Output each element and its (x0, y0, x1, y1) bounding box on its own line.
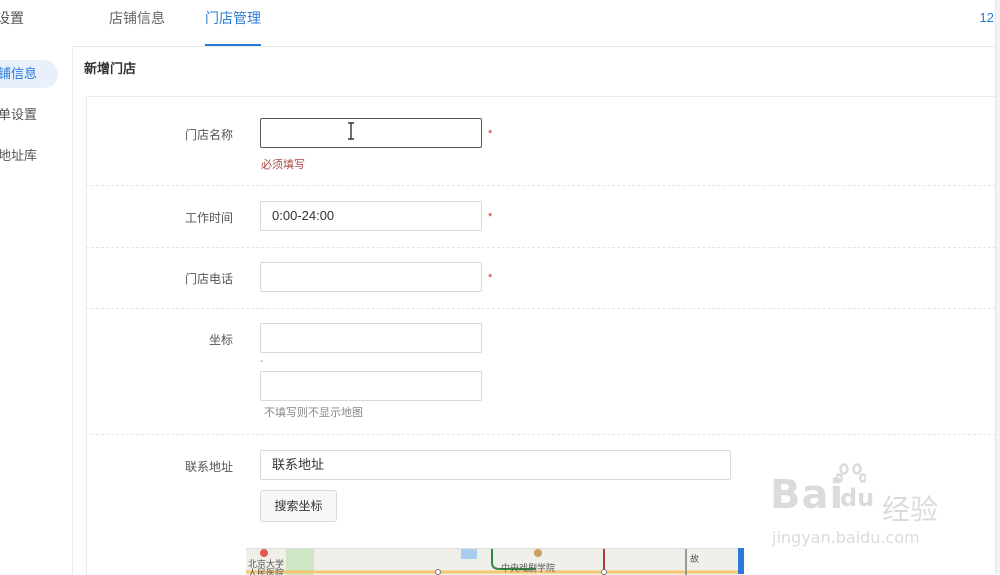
map-scrollbar[interactable] (738, 548, 744, 574)
tab-store-management[interactable]: 门店管理 (205, 0, 261, 46)
watermark-cn: 经验 (882, 493, 939, 526)
map-view[interactable]: 北京大学 人民医院 中央戏剧学院 故 (246, 548, 744, 575)
row-divider (86, 434, 996, 435)
coords-hint: 不填写则不显示地图 (264, 407, 363, 419)
coords-separator: - (260, 356, 264, 367)
watermark-brand: Bai (770, 472, 845, 518)
work-time-label: 工作时间 (184, 211, 233, 225)
top-right-text[interactable]: 12 (980, 10, 994, 25)
store-name-input[interactable] (260, 118, 482, 148)
phone-required-mark: * (488, 272, 493, 284)
sidebar-item-store-info[interactable]: 铺信息 (0, 60, 58, 88)
latitude-input[interactable] (260, 371, 482, 401)
top-tab-bar: 店铺信息 门店管理 12 (72, 0, 1000, 47)
store-name-label: 门店名称 (184, 128, 233, 142)
work-time-required-mark: * (488, 211, 493, 223)
work-time-input[interactable]: 0:00-24:00 (260, 201, 482, 231)
coords-label: 坐标 (208, 333, 233, 347)
sidebar-title: 设置 (0, 10, 24, 26)
address-label: 联系地址 (184, 460, 233, 474)
phone-input[interactable] (260, 262, 482, 292)
map-label-palace: 故 (690, 554, 700, 564)
watermark-url: jingyan.baidu.com (772, 528, 920, 547)
row-divider (86, 308, 996, 309)
sidebar-item-address-library[interactable]: 地址库 (0, 142, 58, 170)
page-title: 新增门店 (84, 61, 137, 76)
map-label-drama-academy: 中央戏剧学院 (501, 563, 556, 573)
phone-label: 门店电话 (184, 272, 233, 286)
address-input[interactable]: 联系地址 (260, 450, 731, 480)
sidebar-item-order-settings[interactable]: 单设置 (0, 101, 58, 129)
row-divider (86, 247, 996, 248)
watermark-brand-du: du (840, 484, 875, 512)
longitude-input[interactable] (260, 323, 482, 353)
text-cursor-icon (348, 122, 354, 140)
map-roads (246, 549, 744, 575)
store-name-error: 必须填写 (261, 159, 305, 171)
baidu-jingyan-watermark: Bai du 经验 jingyan.baidu.com (770, 462, 950, 558)
store-name-required-mark: * (488, 128, 493, 140)
row-divider (86, 185, 996, 186)
sidebar: 设置 铺信息 单设置 地址库 (0, 0, 73, 574)
tab-store-info[interactable]: 店铺信息 (109, 0, 165, 46)
search-coords-button[interactable]: 搜索坐标 (260, 490, 337, 522)
